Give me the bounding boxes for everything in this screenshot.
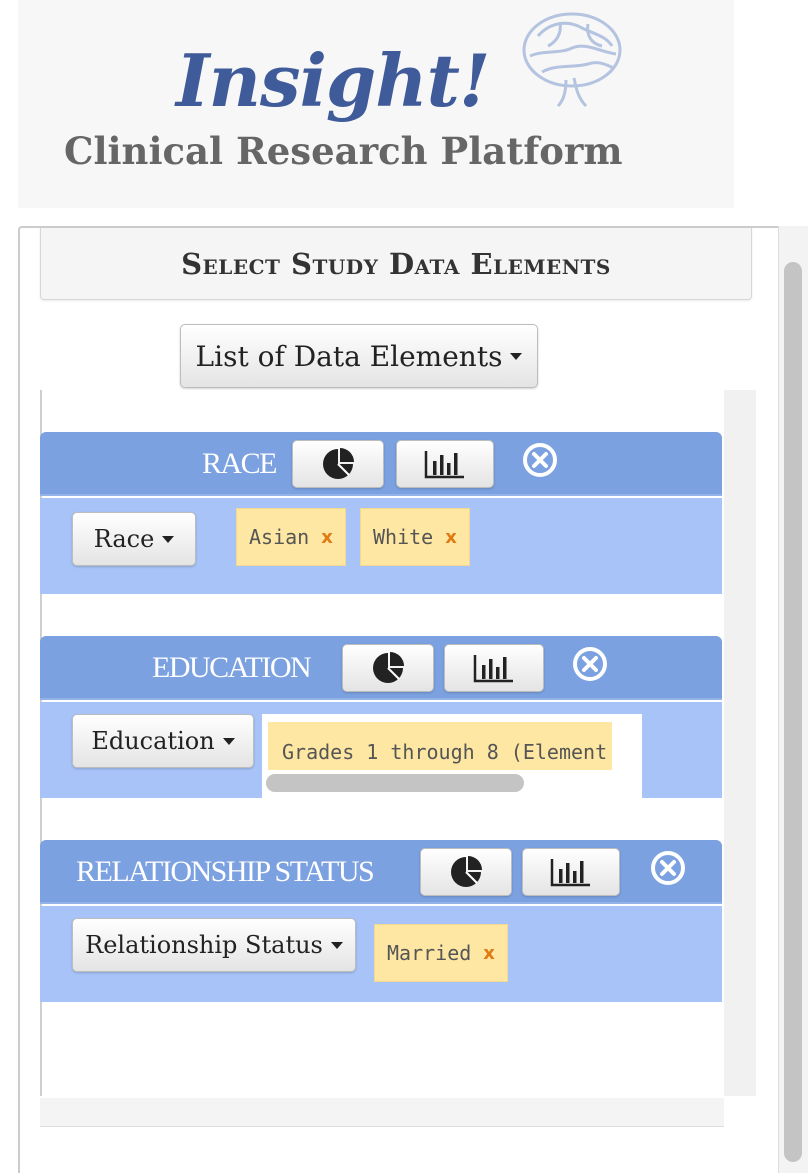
panel-footer-bar — [40, 1098, 724, 1127]
tag-label: Married — [387, 941, 472, 965]
pie-chart-icon — [323, 448, 354, 479]
relationship-status-element-header: RELATIONSHIP STATUS — [40, 840, 722, 904]
bar-chart-icon — [424, 451, 464, 479]
relationship-status-dropdown-button[interactable]: Relationship Status — [72, 918, 356, 972]
brand-subtitle: Clinical Research Platform — [64, 129, 623, 173]
race-bar-chart-button[interactable] — [396, 440, 494, 488]
tag-label: Asian — [249, 525, 310, 549]
list-of-data-elements-button[interactable]: List of Data Elements — [180, 324, 538, 388]
remove-tag-x[interactable]: x — [483, 943, 495, 964]
brain-icon — [522, 12, 622, 108]
app-header: Insight! Clinical Research Platform — [18, 0, 734, 208]
education-pie-chart-button[interactable] — [342, 644, 434, 692]
caret-down-icon — [510, 352, 523, 360]
relationship-status-dropdown-label: Relationship Status — [85, 931, 323, 959]
relationship-status-pie-chart-button[interactable] — [420, 848, 512, 896]
bar-chart-icon — [550, 859, 590, 887]
remove-tag-x[interactable]: x — [445, 527, 457, 548]
race-tag-asian: Asian x — [236, 508, 346, 566]
list-scroll-rail[interactable] — [724, 390, 756, 1096]
race-remove-close-icon[interactable] — [522, 442, 558, 478]
panel-scrollbar-thumb[interactable] — [784, 262, 802, 1162]
remove-tag-x[interactable]: x — [321, 527, 333, 548]
race-dropdown-label: Race — [93, 525, 155, 553]
pie-chart-icon — [373, 652, 404, 683]
relationship-status-element-title: RELATIONSHIP STATUS — [76, 855, 375, 888]
education-bar-chart-button[interactable] — [444, 644, 544, 692]
list-button-label: List of Data Elements — [195, 339, 503, 373]
race-element-title: RACE — [202, 447, 278, 480]
education-horizontal-scrollbar[interactable] — [266, 774, 524, 792]
race-pie-chart-button[interactable] — [292, 440, 384, 488]
relationship-status-remove-close-icon[interactable] — [650, 850, 686, 886]
tag-label: Grades 1 through 8 (Element — [282, 740, 608, 764]
caret-down-icon — [222, 737, 235, 745]
caret-down-icon — [330, 941, 343, 949]
race-tag-white: White x — [360, 508, 470, 566]
education-element-title: EDUCATION — [152, 651, 312, 684]
education-tag-grades-1-8: Grades 1 through 8 (Element — [268, 722, 612, 770]
education-dropdown-label: Education — [91, 727, 215, 755]
relationship-status-bar-chart-button[interactable] — [522, 848, 620, 896]
pie-chart-icon — [451, 856, 482, 887]
tag-label: White — [373, 525, 434, 549]
caret-down-icon — [162, 535, 175, 543]
relationship-status-tag-married: Married x — [374, 924, 508, 982]
section-title: Select Study Data Elements — [181, 246, 611, 281]
education-element-header: EDUCATION — [40, 636, 722, 700]
race-element-body: Race Asian x White x — [40, 498, 722, 594]
bar-chart-icon — [473, 655, 513, 683]
education-values-scroll-area[interactable]: Grades 1 through 8 (Element — [262, 714, 642, 798]
brand-title: Insight! — [176, 38, 490, 123]
education-remove-close-icon[interactable] — [572, 646, 608, 682]
section-header: Select Study Data Elements — [40, 228, 752, 300]
education-dropdown-button[interactable]: Education — [72, 714, 254, 768]
relationship-status-element-body: Relationship Status Married x — [40, 906, 722, 1002]
race-dropdown-button[interactable]: Race — [72, 512, 196, 566]
race-element-header: RACE — [40, 432, 722, 496]
